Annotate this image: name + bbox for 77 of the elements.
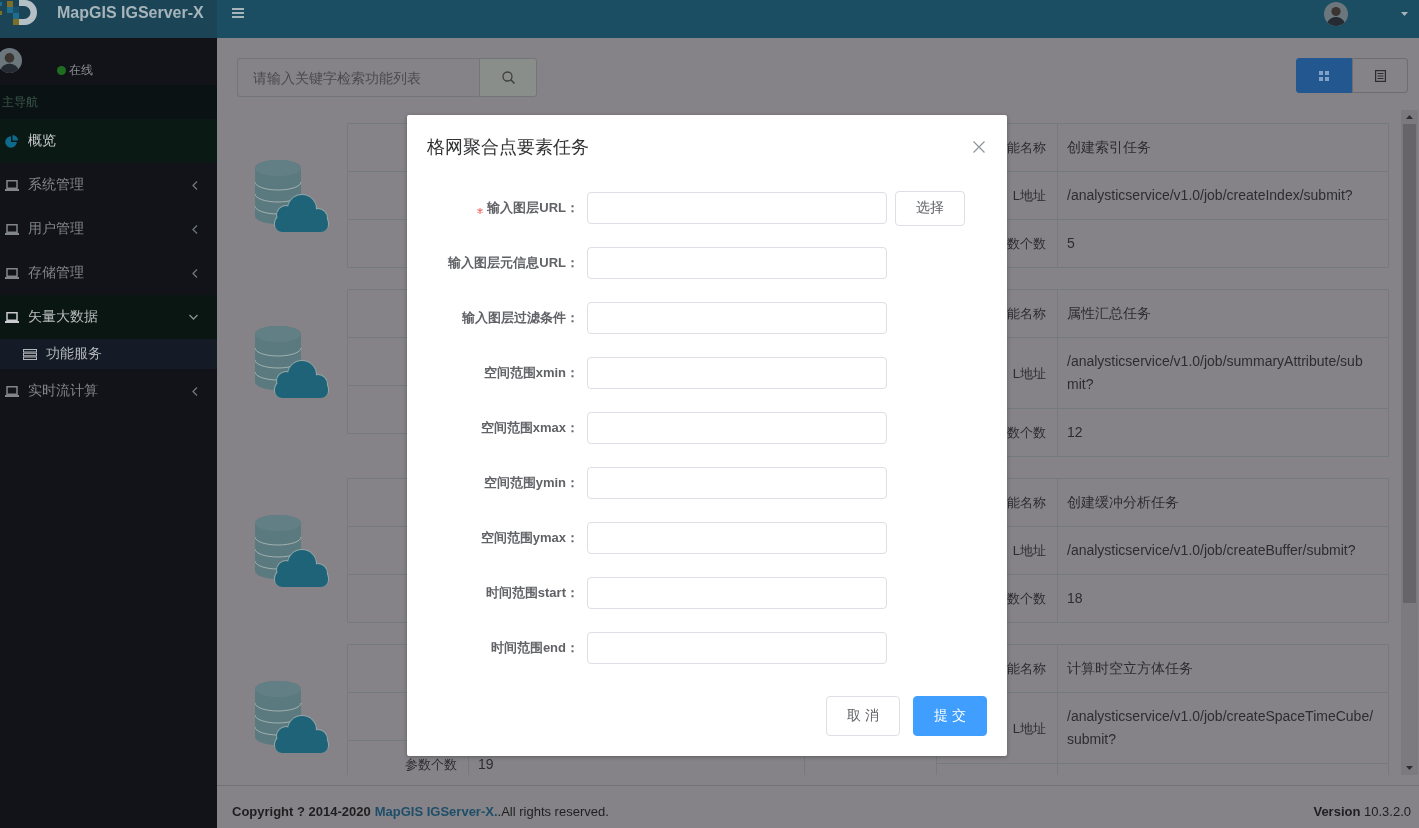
nav-item[interactable]: 系统管理 [0, 163, 217, 207]
chevron-left-icon [192, 180, 198, 190]
search-icon [501, 71, 515, 84]
nav-item[interactable]: 存储管理 [0, 251, 217, 295]
input-field[interactable] [587, 467, 887, 499]
nav-section-title: 主导航 [0, 85, 217, 119]
logo-icon [0, 0, 37, 25]
table-cell: 18 [1057, 574, 1389, 623]
table-cell: 计算时空立方体任务 [1057, 644, 1389, 693]
user-avatar [0, 48, 22, 73]
database-cloud-icon [255, 680, 329, 753]
database-cloud-icon [255, 159, 329, 232]
table-cell: /analysticservice/v1.0/job/createBuffer/submit? [1057, 526, 1389, 575]
field-label: 输入图层过滤条件： [462, 309, 579, 327]
table-cell: /analysticservice/v1.0/job/createSpaceTimeCube/submit? [1057, 692, 1389, 764]
input-field[interactable] [587, 247, 887, 279]
grid-view-button[interactable] [1296, 58, 1352, 93]
database-cloud-icon [255, 514, 329, 587]
table-cell: /analysticservice/v1.0/job/createIndex/submit? [1057, 171, 1389, 220]
chevron-left-icon [192, 224, 198, 234]
laptop-icon [5, 223, 19, 235]
input-field[interactable] [587, 632, 887, 664]
nav-item[interactable]: 用户管理 [0, 207, 217, 251]
scroll-up-arrow-icon[interactable] [1406, 115, 1413, 119]
select-button[interactable]: 选择 [895, 190, 965, 226]
field-label: 输入图层URL： [487, 199, 579, 217]
chevron-down-icon [189, 314, 198, 320]
version-text: Version 10.3.2.0 [1313, 803, 1411, 819]
table-cell: 创建缓冲分析任务 [1057, 478, 1389, 527]
laptop-icon [5, 311, 19, 323]
field-label: 空间范围ymax： [480, 529, 579, 547]
chevron-left-icon [192, 268, 198, 278]
field-label: 时间范围end： [490, 639, 579, 657]
input-field[interactable] [587, 302, 887, 334]
nav-subitem[interactable]: 功能服务 [0, 339, 217, 369]
input-field[interactable] [587, 577, 887, 609]
field-label: 空间范围xmax： [480, 419, 579, 437]
scroll-down-arrow-icon[interactable] [1406, 766, 1413, 770]
search-button[interactable] [479, 58, 537, 97]
list-icon [1374, 69, 1386, 82]
table-cell: 属性汇总任务 [1057, 289, 1389, 338]
field-label: 空间范围ymin： [483, 474, 579, 492]
scrollbar[interactable] [1401, 110, 1418, 775]
app-title: MapGIS IGServer-X [57, 3, 204, 23]
close-icon[interactable] [973, 141, 985, 153]
field-label: 时间范围start： [485, 584, 579, 602]
table-cell: /analysticservice/v1.0/job/summaryAttribute/submit? [1057, 337, 1389, 409]
grid-icon [1319, 70, 1329, 81]
laptop-icon [5, 179, 19, 191]
database-cloud-icon [255, 325, 329, 398]
nav-item[interactable]: 矢量大数据 [0, 295, 217, 339]
cancel-button[interactable]: 取消 [826, 696, 900, 736]
list-view-button[interactable] [1352, 58, 1408, 93]
input-field[interactable] [587, 412, 887, 444]
user-avatar[interactable] [1324, 2, 1348, 26]
table-cell: 创建索引任务 [1057, 123, 1389, 172]
submit-button[interactable]: 提交 [913, 696, 987, 736]
pie-chart-icon [5, 134, 19, 148]
input-field[interactable] [587, 357, 887, 389]
chevron-left-icon [192, 386, 198, 396]
nav-item[interactable]: 概览 [0, 119, 217, 163]
input-field[interactable] [587, 522, 887, 554]
list-icon [23, 348, 37, 360]
search-field[interactable]: 请输入关键字检索功能列表 [237, 58, 479, 97]
laptop-icon [5, 267, 19, 279]
status-text: 在线 [69, 63, 93, 77]
caret-down-icon[interactable] [1401, 12, 1408, 16]
menu-icon[interactable] [232, 8, 244, 18]
laptop-icon [5, 385, 19, 397]
nav-item[interactable]: 实时流计算 [0, 369, 217, 413]
copyright-text: Copyright ? 2014-2020 MapGIS IGServer-X..All rights reserved. [232, 803, 609, 819]
dialog-title: 格网聚合点要素任务 [427, 136, 589, 159]
input-field[interactable] [587, 192, 887, 224]
field-label: 空间范围xmin： [483, 364, 579, 382]
table-cell: 12 [1057, 408, 1389, 457]
table-cell: 5 [1057, 219, 1389, 268]
field-label: 输入图层元信息URL： [448, 254, 579, 272]
